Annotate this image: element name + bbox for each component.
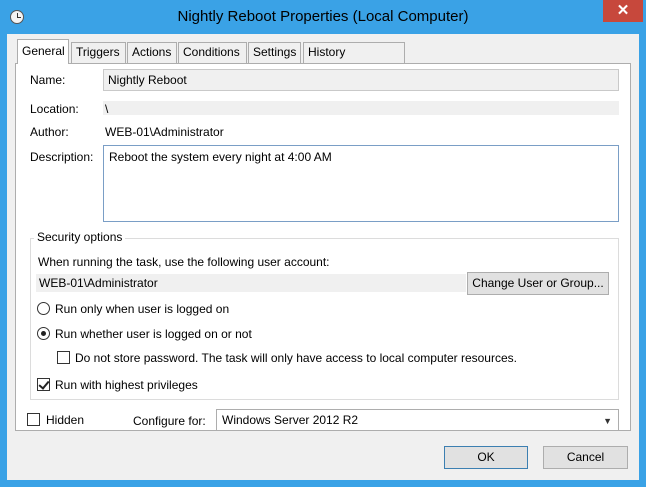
window-title: Nightly Reboot Properties (Local Compute… (177, 8, 469, 25)
dialog-client-area: General Triggers Actions Conditions Sett… (7, 34, 639, 480)
run-only-logged-on-radio[interactable] (37, 302, 50, 315)
tab-triggers[interactable]: Triggers (71, 42, 126, 63)
name-field[interactable]: Nightly Reboot (103, 69, 619, 91)
run-only-logged-on-label[interactable]: Run only when user is logged on (55, 302, 229, 316)
dialog-window: Nightly Reboot Properties (Local Compute… (0, 0, 646, 487)
close-button[interactable]: ✕ (603, 0, 643, 22)
user-account-field: WEB-01\Administrator (36, 274, 466, 292)
chevron-down-icon: ▼ (603, 416, 612, 426)
configure-for-label: Configure for: (133, 414, 206, 428)
name-label: Name: (30, 73, 66, 87)
configure-for-select[interactable]: Windows Server 2012 R2 ▼ (216, 409, 619, 431)
location-label: Location: (30, 102, 79, 116)
tab-actions[interactable]: Actions (127, 42, 177, 63)
run-whether-logged-on-label[interactable]: Run whether user is logged on or not (55, 327, 252, 341)
security-options-title: Security options (34, 230, 126, 244)
hidden-label[interactable]: Hidden (46, 413, 84, 427)
tab-settings[interactable]: Settings (248, 42, 301, 63)
do-not-store-password-label[interactable]: Do not store password. The task will onl… (75, 351, 517, 365)
run-whether-logged-on-radio[interactable] (37, 327, 50, 340)
account-prompt: When running the task, use the following… (38, 255, 330, 269)
tab-general[interactable]: General (17, 39, 69, 64)
do-not-store-password-checkbox[interactable] (57, 351, 70, 364)
highest-privileges-label[interactable]: Run with highest privileges (55, 378, 198, 392)
tab-history[interactable]: History (disabled) (303, 42, 405, 78)
title-bar[interactable]: Nightly Reboot Properties (Local Compute… (0, 0, 646, 34)
configure-for-value: Windows Server 2012 R2 (222, 413, 359, 427)
author-label: Author: (30, 125, 69, 139)
highest-privileges-checkbox[interactable] (37, 378, 50, 391)
description-textarea[interactable]: Reboot the system every night at 4:00 AM (103, 145, 619, 222)
tab-conditions[interactable]: Conditions (178, 42, 247, 63)
ok-button[interactable]: OK (444, 446, 528, 469)
hidden-checkbox[interactable] (27, 413, 40, 426)
description-label: Description: (30, 150, 94, 164)
location-value: \ (103, 101, 619, 116)
author-value: WEB-01\Administrator (105, 125, 224, 139)
change-user-button[interactable]: Change User or Group... (467, 272, 609, 295)
general-tab-panel: Name: Nightly Reboot Location: \ Author:… (15, 63, 631, 431)
cancel-button[interactable]: Cancel (543, 446, 628, 469)
